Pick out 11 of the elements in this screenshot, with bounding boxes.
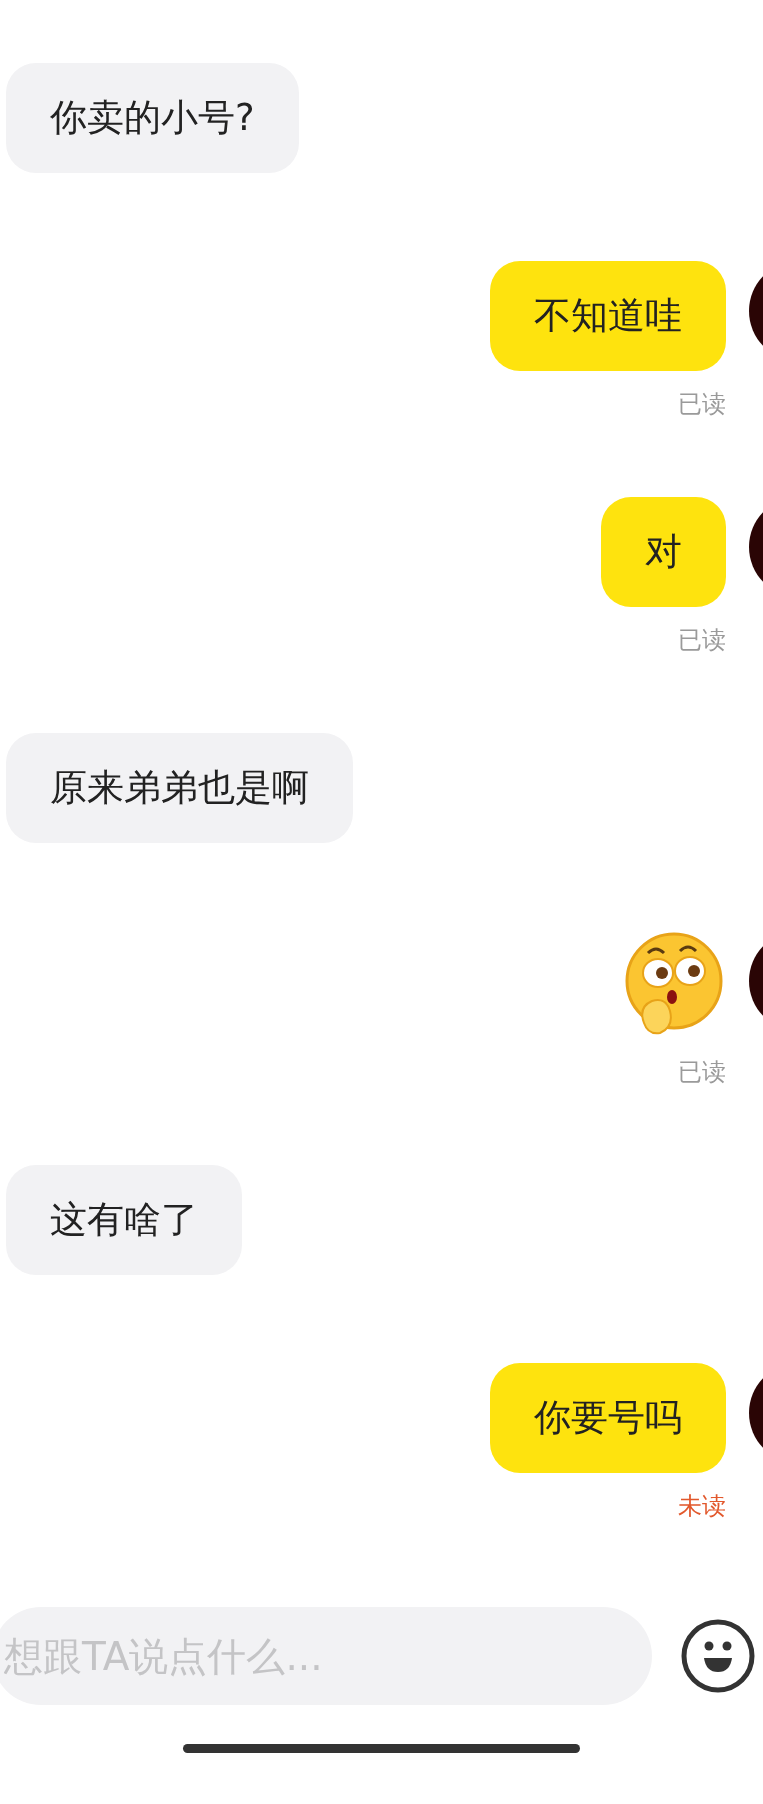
read-status: 已读 — [678, 625, 726, 655]
message-bubble: 对 — [601, 497, 726, 607]
message-bubble: 这有啥了 — [6, 1165, 242, 1275]
message-bubble: 你要号吗 — [490, 1363, 726, 1473]
read-status: 未读 — [678, 1491, 726, 1521]
message-bubble: 不知道哇 — [490, 261, 726, 371]
read-status: 已读 — [678, 389, 726, 419]
emoji-icon[interactable] — [680, 1618, 756, 1694]
message-bubble: 你卖的小号? — [6, 63, 299, 173]
read-status: 已读 — [678, 1057, 726, 1087]
message-bubble: 原来弟弟也是啊 — [6, 733, 353, 843]
